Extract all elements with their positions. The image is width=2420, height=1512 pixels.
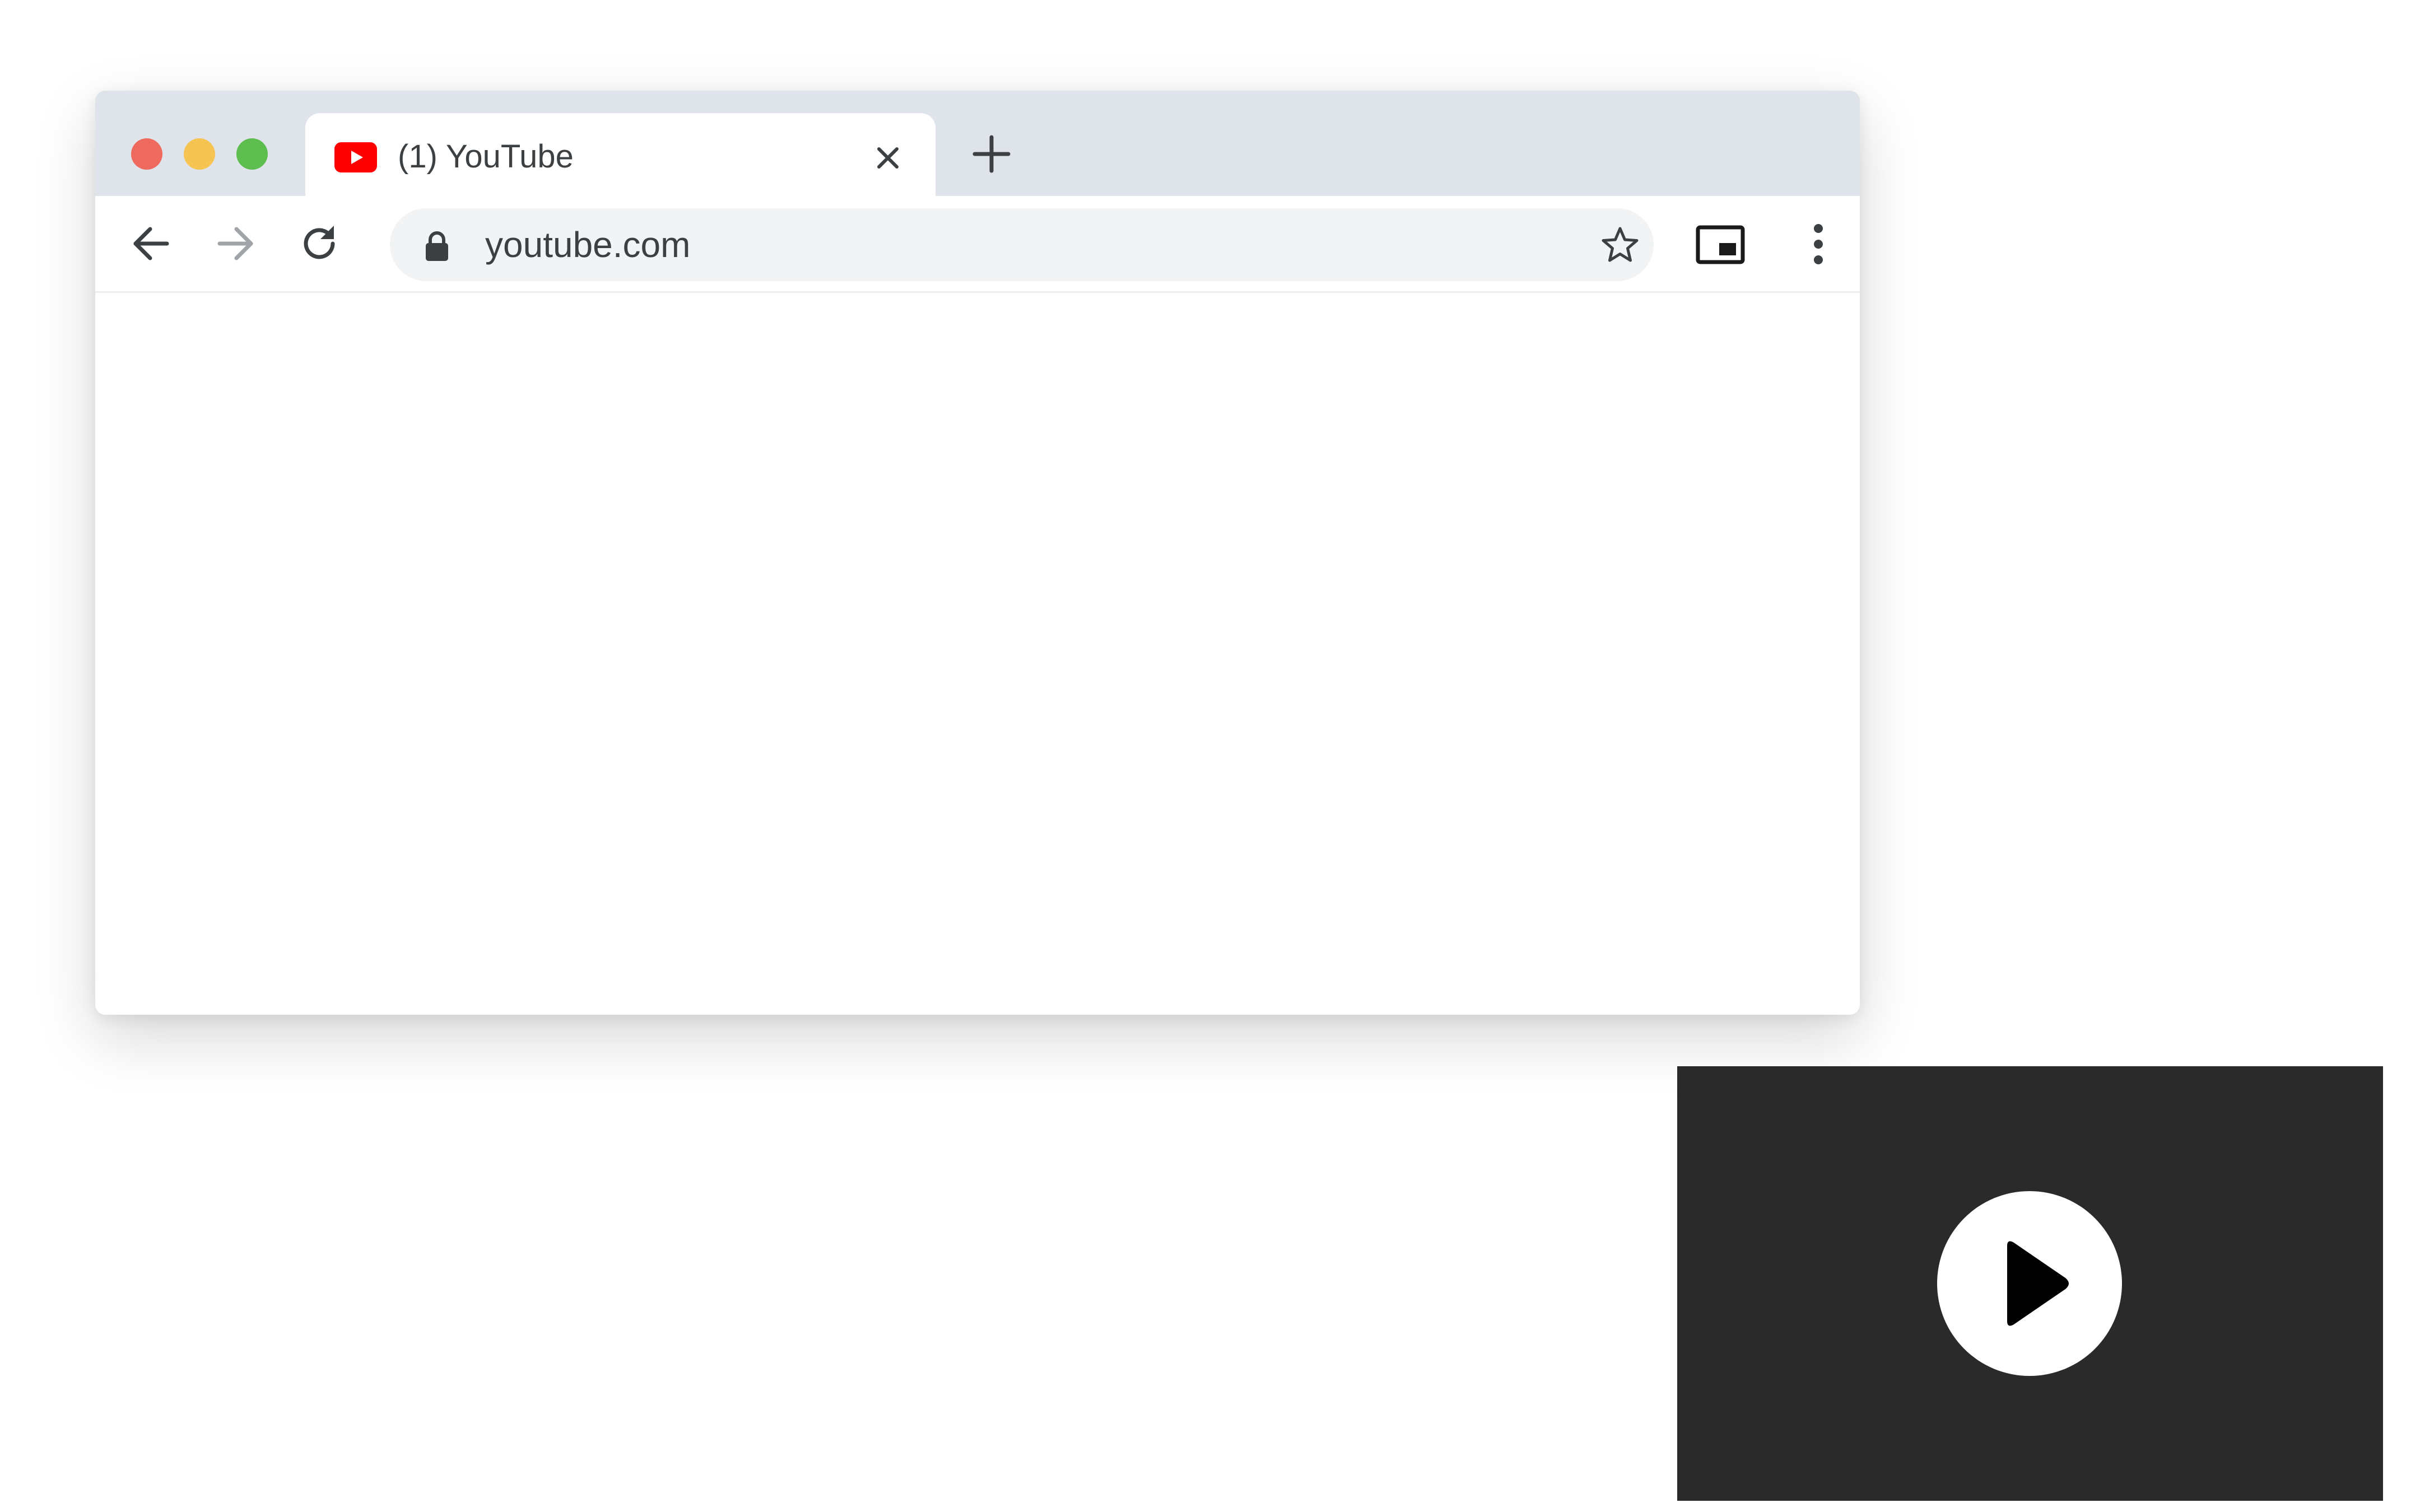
address-bar[interactable]: youtube.com — [390, 208, 1654, 281]
window-maximize-button[interactable] — [236, 138, 268, 170]
play-icon[interactable] — [1937, 1191, 2122, 1376]
picture-in-picture-icon[interactable] — [1695, 218, 1746, 270]
toolbar: youtube.com — [95, 196, 1860, 293]
lock-icon[interactable] — [421, 228, 453, 262]
close-icon[interactable] — [871, 141, 905, 175]
page-content — [95, 293, 1860, 1015]
youtube-logo-icon — [334, 142, 377, 172]
arrow-right-icon[interactable] — [213, 221, 258, 266]
window-minimize-button[interactable] — [184, 138, 215, 170]
tab-strip: (1) YouTube — [95, 91, 1860, 196]
plus-icon[interactable] — [969, 132, 1014, 176]
browser-window: (1) YouTube youtube.com — [95, 91, 1860, 1015]
tab-youtube[interactable]: (1) YouTube — [305, 113, 936, 196]
tab-title: (1) YouTube — [398, 138, 574, 175]
star-icon[interactable] — [1600, 225, 1640, 265]
more-vertical-icon[interactable] — [1793, 218, 1844, 270]
url-text[interactable]: youtube.com — [485, 222, 690, 267]
reload-icon[interactable] — [297, 221, 342, 266]
picture-in-picture-window[interactable] — [1677, 1066, 2383, 1501]
window-close-button[interactable] — [131, 138, 162, 170]
arrow-left-icon[interactable] — [129, 221, 174, 266]
